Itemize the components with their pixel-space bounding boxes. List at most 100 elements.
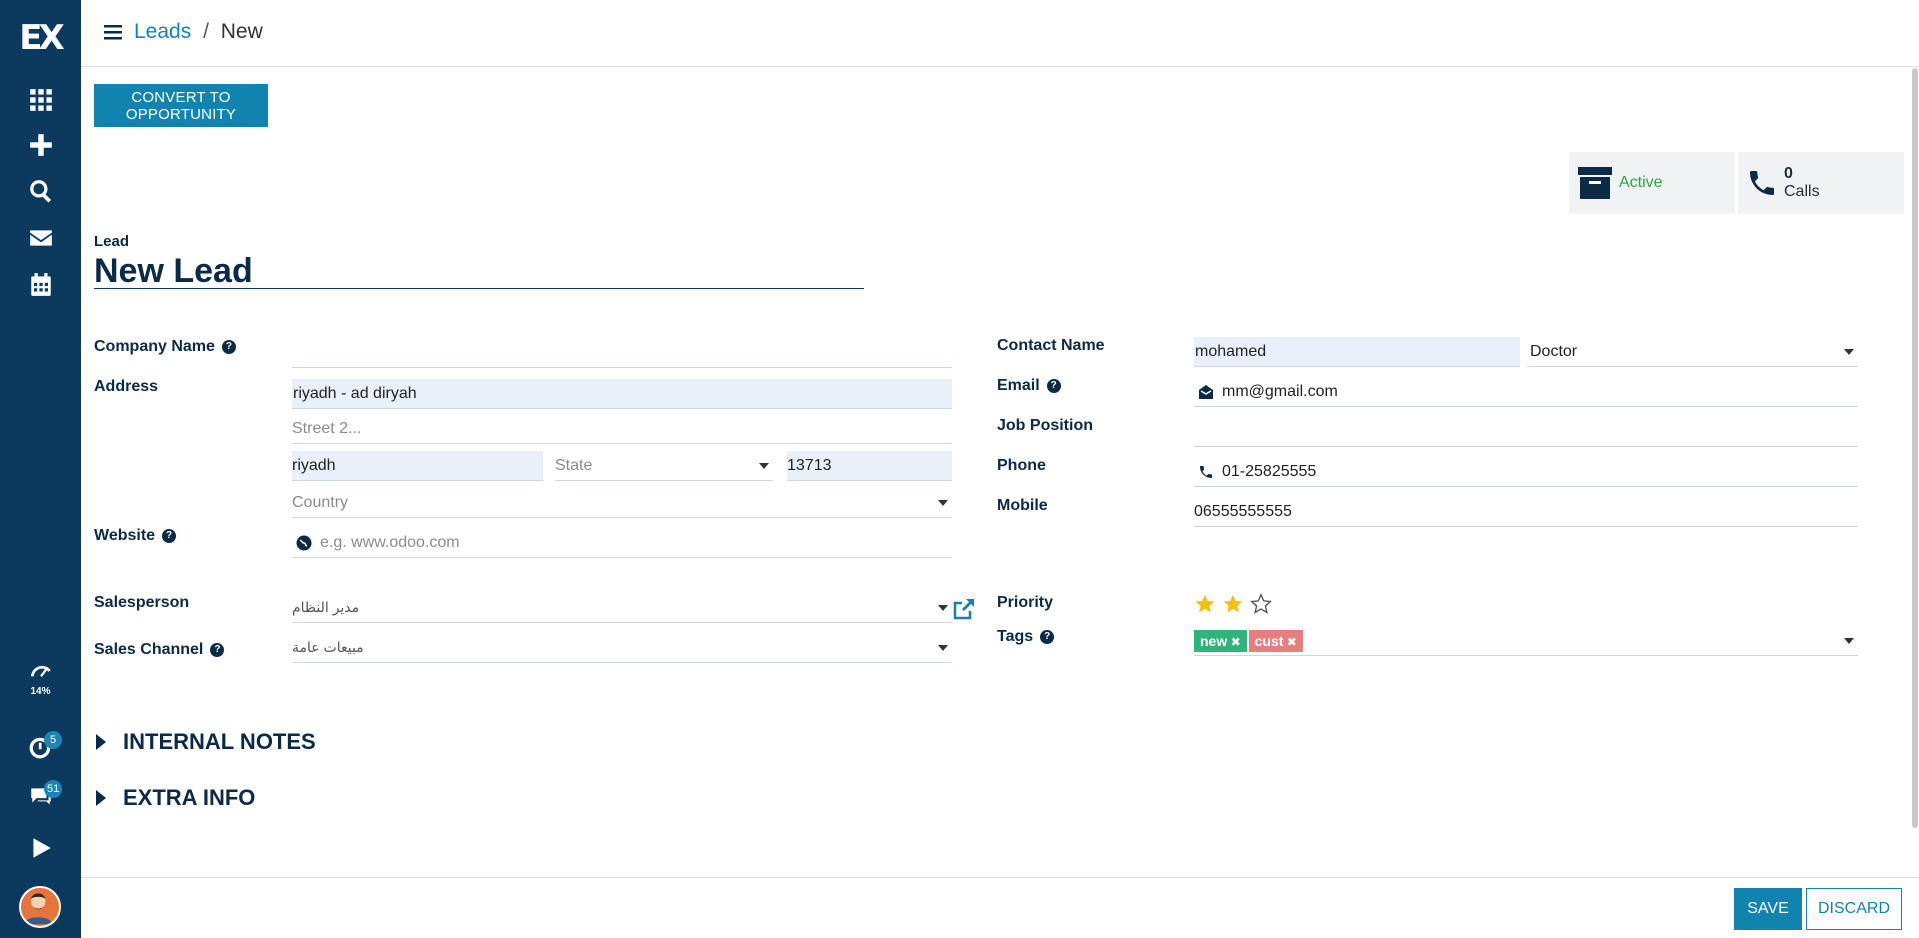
remove-tag-icon[interactable]: ✖ (1283, 635, 1297, 649)
caret-right-icon (96, 734, 106, 750)
sales-channel-label-text: Sales Channel (94, 641, 204, 658)
street2-placeholder: Street 2... (292, 419, 362, 437)
star-empty-icon[interactable] (1250, 593, 1272, 615)
sales-channel-label: Sales Channel? (94, 641, 225, 659)
lead-label: Lead (94, 233, 130, 250)
help-icon[interactable]: ? (162, 529, 177, 543)
calls-label: Calls (1784, 183, 1820, 200)
email-field[interactable]: mm@gmail.com (1194, 377, 1858, 407)
website-label-text: Website (94, 527, 156, 544)
tag-label: new (1200, 632, 1228, 649)
extra-info-section-toggle[interactable]: EXTRA INFO (96, 785, 255, 811)
mobile-label: Mobile (997, 497, 1048, 514)
city-field[interactable]: riyadh (292, 451, 543, 481)
messages-badge: 51 (44, 780, 63, 798)
save-button[interactable]: SAVE (1734, 888, 1802, 930)
website-placeholder: e.g. www.odoo.com (320, 533, 460, 551)
title-select[interactable]: Doctor (1527, 337, 1858, 367)
activity-badge: 5 (44, 731, 62, 749)
internal-notes-title: INTERNAL NOTES (123, 729, 316, 754)
email-value: mm@gmail.com (1222, 382, 1338, 400)
apps-grid-icon[interactable] (0, 82, 81, 118)
mobile-field[interactable]: 06555555555 (1194, 497, 1858, 527)
user-avatar[interactable] (19, 886, 61, 928)
discard-button[interactable]: DISCARD (1806, 888, 1902, 930)
help-icon[interactable]: ? (1040, 630, 1055, 644)
sales-channel-value: مبيعات عامة (292, 639, 364, 655)
salesperson-label: Salesperson (94, 594, 190, 611)
state-placeholder: State (555, 456, 593, 474)
activity-clock-icon[interactable]: 5 (0, 729, 81, 765)
star-filled-icon[interactable] (1222, 593, 1244, 615)
active-label: Active (1619, 174, 1663, 191)
hamburger-menu-icon[interactable] (104, 24, 122, 40)
plus-icon[interactable] (0, 127, 81, 163)
external-link-icon[interactable] (952, 597, 976, 621)
scrollbar[interactable] (1912, 68, 1918, 828)
priority-stars[interactable] (1194, 593, 1272, 615)
sales-channel-select[interactable]: مبيعات عامة (292, 633, 952, 663)
breadcrumb: Leads / New (134, 20, 263, 44)
phone-field[interactable]: 01-25825555 (1194, 457, 1858, 487)
company-name-label: Company Name? (94, 338, 236, 356)
street-field[interactable]: riyadh - ad diryah (292, 379, 952, 409)
website-label: Website? (94, 527, 177, 545)
salesperson-value: مدير النظام (292, 599, 360, 615)
top-bar: Leads / New (81, 0, 1919, 67)
form-content: CONVERT TO OPPORTUNITY Active 0 Calls Le… (81, 67, 1913, 877)
calendar-icon[interactable] (0, 267, 81, 303)
title-value: Doctor (1530, 342, 1578, 360)
extra-info-title: EXTRA INFO (123, 785, 256, 810)
help-icon[interactable]: ? (221, 340, 236, 354)
address-label: Address (94, 378, 159, 395)
messages-icon[interactable]: 51 (0, 778, 81, 814)
country-select[interactable]: Country (292, 488, 952, 518)
tag-chip[interactable]: cust ✖ (1248, 629, 1303, 652)
active-stat-button[interactable]: Active (1569, 152, 1735, 214)
app-logo[interactable]: EX (10, 18, 70, 58)
tag-chip[interactable]: new ✖ (1194, 629, 1247, 652)
chevron-down-icon (938, 500, 948, 506)
tags-label-text: Tags (997, 628, 1034, 645)
company-name-label-text: Company Name (94, 338, 215, 355)
lead-title-input[interactable]: New Lead (94, 253, 864, 289)
job-position-field[interactable] (1194, 417, 1858, 447)
website-field[interactable]: e.g. www.odoo.com (292, 528, 952, 558)
archive-icon (1578, 167, 1612, 199)
zip-field[interactable]: 13713 (787, 451, 952, 481)
phone-label: Phone (997, 457, 1046, 474)
job-position-label: Job Position (997, 417, 1093, 434)
email-label-text: Email (997, 377, 1040, 394)
convert-to-opportunity-button[interactable]: CONVERT TO OPPORTUNITY (94, 84, 268, 127)
tag-label: cust (1254, 632, 1284, 649)
phone-value: 01-25825555 (1222, 462, 1317, 480)
caret-right-icon (96, 790, 106, 806)
street2-field[interactable]: Street 2... (292, 414, 952, 444)
salesperson-select[interactable]: مدير النظام (292, 593, 952, 623)
breadcrumb-current: New (220, 20, 263, 43)
email-label: Email? (997, 377, 1061, 395)
sidebar: EX 14% 5 51 (0, 0, 81, 938)
progress-gauge-icon[interactable] (0, 658, 81, 686)
calls-stat-button[interactable]: 0 Calls (1738, 152, 1904, 214)
help-icon[interactable]: ? (1046, 379, 1061, 393)
tags-field[interactable]: new ✖ cust ✖ (1194, 626, 1858, 656)
play-icon[interactable] (0, 830, 81, 866)
envelope-icon[interactable] (0, 220, 81, 256)
phone-icon (1750, 171, 1774, 195)
globe-icon (296, 535, 312, 550)
star-filled-icon[interactable] (1194, 593, 1216, 615)
internal-notes-section-toggle[interactable]: INTERNAL NOTES (96, 729, 316, 755)
tags-label: Tags? (997, 628, 1055, 646)
company-name-field[interactable] (292, 338, 952, 368)
help-icon[interactable]: ? (210, 643, 225, 657)
chevron-down-icon (759, 463, 769, 469)
state-select[interactable]: State (555, 451, 773, 481)
progress-percent: 14% (30, 686, 51, 697)
remove-tag-icon[interactable]: ✖ (1227, 635, 1241, 649)
search-icon[interactable] (0, 173, 81, 209)
contact-name-field[interactable]: mohamed (1194, 337, 1520, 367)
breadcrumb-leads-link[interactable]: Leads (134, 20, 191, 43)
footer-actions: SAVE DISCARD (81, 877, 1919, 938)
country-placeholder: Country (292, 493, 349, 511)
